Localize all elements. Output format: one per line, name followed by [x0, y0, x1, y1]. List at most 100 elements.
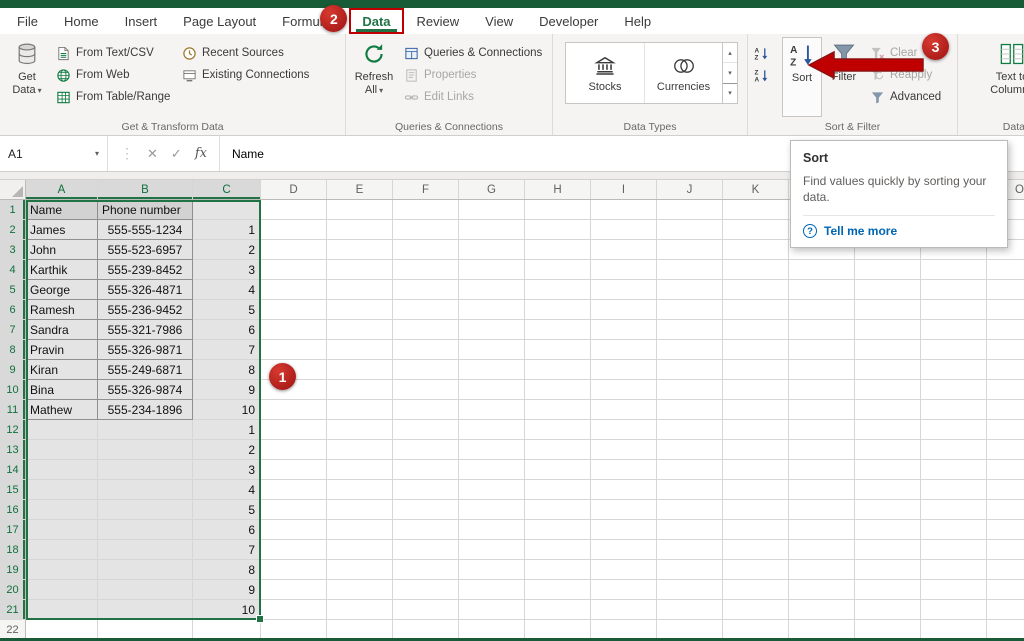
cell-A3[interactable]: John: [26, 240, 98, 260]
cell-F14[interactable]: [393, 460, 459, 480]
cell-K14[interactable]: [723, 460, 789, 480]
cell-G14[interactable]: [459, 460, 525, 480]
cell-E2[interactable]: [327, 220, 393, 240]
cell-M7[interactable]: [855, 320, 921, 340]
cell-C8[interactable]: 7: [193, 340, 261, 360]
cell-J16[interactable]: [657, 500, 723, 520]
cell-H7[interactable]: [525, 320, 591, 340]
row-header-4[interactable]: 4: [0, 260, 26, 280]
cell-E14[interactable]: [327, 460, 393, 480]
cell-C7[interactable]: 6: [193, 320, 261, 340]
cell-C5[interactable]: 4: [193, 280, 261, 300]
cell-B1[interactable]: Phone number: [98, 200, 193, 220]
cell-D13[interactable]: [261, 440, 327, 460]
row-header-3[interactable]: 3: [0, 240, 26, 260]
cell-M15[interactable]: [855, 480, 921, 500]
cell-A21[interactable]: [26, 600, 98, 620]
cell-H20[interactable]: [525, 580, 591, 600]
cell-F21[interactable]: [393, 600, 459, 620]
tab-developer[interactable]: Developer: [526, 8, 611, 34]
column-header-A[interactable]: A: [26, 180, 98, 199]
cell-J9[interactable]: [657, 360, 723, 380]
cell-B4[interactable]: 555-239-8452: [98, 260, 193, 280]
cell-O20[interactable]: [987, 580, 1024, 600]
cell-J1[interactable]: [657, 200, 723, 220]
cell-F15[interactable]: [393, 480, 459, 500]
cell-N18[interactable]: [921, 540, 987, 560]
cell-D16[interactable]: [261, 500, 327, 520]
cell-J2[interactable]: [657, 220, 723, 240]
advanced-button[interactable]: Advanced: [866, 86, 950, 108]
stocks-button[interactable]: Stocks: [566, 43, 644, 103]
cell-H14[interactable]: [525, 460, 591, 480]
cell-E15[interactable]: [327, 480, 393, 500]
cell-A5[interactable]: George: [26, 280, 98, 300]
cell-H21[interactable]: [525, 600, 591, 620]
cell-N17[interactable]: [921, 520, 987, 540]
cell-F22[interactable]: [393, 620, 459, 640]
cell-O15[interactable]: [987, 480, 1024, 500]
cell-E5[interactable]: [327, 280, 393, 300]
cell-O5[interactable]: [987, 280, 1024, 300]
cell-I4[interactable]: [591, 260, 657, 280]
recent-sources-button[interactable]: Recent Sources: [178, 42, 330, 64]
cell-F18[interactable]: [393, 540, 459, 560]
cell-J11[interactable]: [657, 400, 723, 420]
cell-N21[interactable]: [921, 600, 987, 620]
cell-K11[interactable]: [723, 400, 789, 420]
cell-G4[interactable]: [459, 260, 525, 280]
cell-K5[interactable]: [723, 280, 789, 300]
cell-E18[interactable]: [327, 540, 393, 560]
cell-J13[interactable]: [657, 440, 723, 460]
tab-home[interactable]: Home: [51, 8, 112, 34]
cancel-icon[interactable]: ✕: [147, 146, 158, 162]
get-data-button[interactable]: GetData▾: [2, 37, 52, 117]
cell-L16[interactable]: [789, 500, 855, 520]
cell-L4[interactable]: [789, 260, 855, 280]
cell-D3[interactable]: [261, 240, 327, 260]
cell-L10[interactable]: [789, 380, 855, 400]
cell-B6[interactable]: 555-236-9452: [98, 300, 193, 320]
cell-G11[interactable]: [459, 400, 525, 420]
cell-H5[interactable]: [525, 280, 591, 300]
cell-I20[interactable]: [591, 580, 657, 600]
cell-C11[interactable]: 10: [193, 400, 261, 420]
cell-K17[interactable]: [723, 520, 789, 540]
cell-D2[interactable]: [261, 220, 327, 240]
cell-C6[interactable]: 5: [193, 300, 261, 320]
name-box-dropdown-icon[interactable]: ▾: [87, 149, 99, 158]
cell-O13[interactable]: [987, 440, 1024, 460]
cell-O7[interactable]: [987, 320, 1024, 340]
cell-O4[interactable]: [987, 260, 1024, 280]
cell-O9[interactable]: [987, 360, 1024, 380]
cell-H6[interactable]: [525, 300, 591, 320]
cell-K1[interactable]: [723, 200, 789, 220]
column-header-B[interactable]: B: [98, 180, 193, 199]
cell-E9[interactable]: [327, 360, 393, 380]
cell-K21[interactable]: [723, 600, 789, 620]
cell-I2[interactable]: [591, 220, 657, 240]
cell-I5[interactable]: [591, 280, 657, 300]
column-header-G[interactable]: G: [459, 180, 525, 199]
cell-F16[interactable]: [393, 500, 459, 520]
cell-B10[interactable]: 555-326-9874: [98, 380, 193, 400]
cell-F12[interactable]: [393, 420, 459, 440]
cell-B2[interactable]: 555-555-1234: [98, 220, 193, 240]
cell-K16[interactable]: [723, 500, 789, 520]
cell-F5[interactable]: [393, 280, 459, 300]
cell-L22[interactable]: [789, 620, 855, 640]
cell-G22[interactable]: [459, 620, 525, 640]
cell-B16[interactable]: [98, 500, 193, 520]
cell-B20[interactable]: [98, 580, 193, 600]
cell-J6[interactable]: [657, 300, 723, 320]
cell-B21[interactable]: [98, 600, 193, 620]
cell-H19[interactable]: [525, 560, 591, 580]
row-header-16[interactable]: 16: [0, 500, 26, 520]
cell-J21[interactable]: [657, 600, 723, 620]
cell-H8[interactable]: [525, 340, 591, 360]
cell-F10[interactable]: [393, 380, 459, 400]
cell-O18[interactable]: [987, 540, 1024, 560]
cell-G15[interactable]: [459, 480, 525, 500]
column-header-K[interactable]: K: [723, 180, 789, 199]
row-header-10[interactable]: 10: [0, 380, 26, 400]
